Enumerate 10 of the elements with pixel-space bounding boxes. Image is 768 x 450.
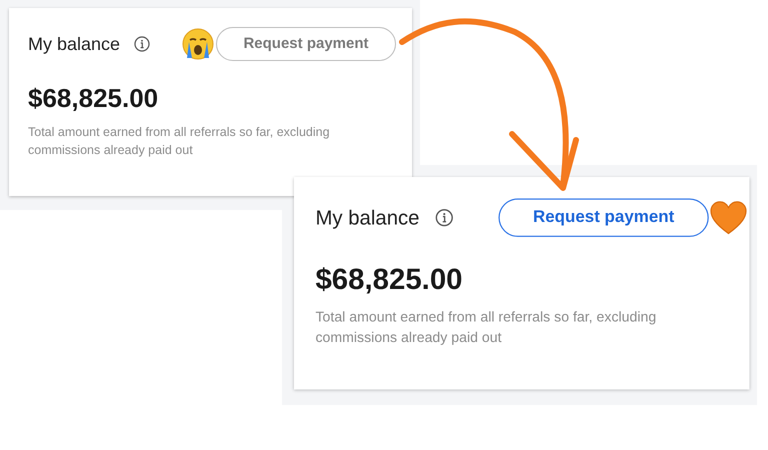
balance-amount: $68,825.00 bbox=[315, 264, 463, 294]
request-payment-button[interactable]: Request payment bbox=[498, 198, 709, 237]
card-title: My balance bbox=[315, 204, 420, 231]
request-payment-button[interactable]: Request payment bbox=[216, 27, 396, 61]
card-title: My balance bbox=[28, 32, 120, 56]
info-icon[interactable] bbox=[435, 208, 454, 227]
balance-description: Total amount earned from all referrals so far, excluding commissions already paid out bbox=[28, 124, 331, 159]
balance-amount: $68,825.00 bbox=[28, 85, 158, 111]
balance-description: Total amount earned from all referrals so far, excluding commissions already paid out bbox=[315, 308, 658, 348]
info-icon[interactable] bbox=[134, 36, 150, 52]
